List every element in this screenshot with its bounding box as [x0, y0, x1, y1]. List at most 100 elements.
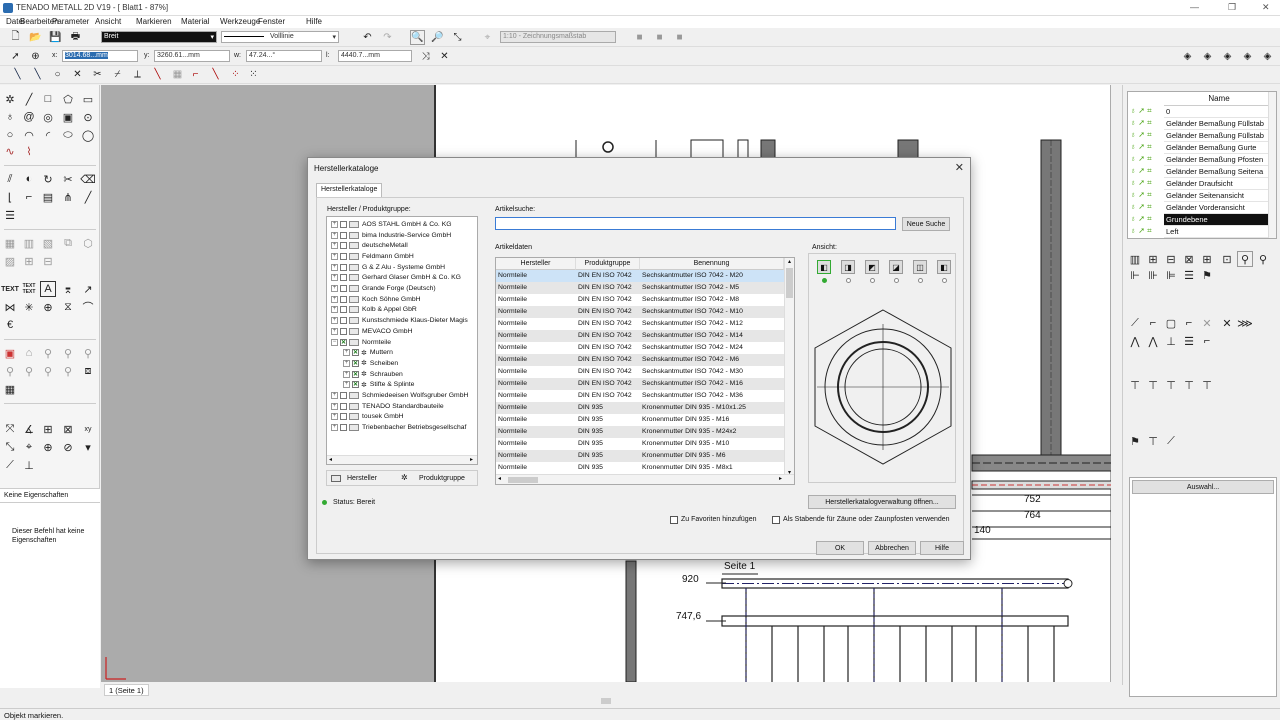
erase-tool-icon[interactable]: ⌫ — [80, 171, 96, 187]
paint-icon[interactable]: ⚑ — [1199, 267, 1215, 283]
cancel-cross-icon[interactable]: ✕ — [437, 49, 452, 64]
expand-icon[interactable]: + — [331, 252, 338, 260]
view-radio-4[interactable] — [894, 278, 899, 283]
column-header-name[interactable]: Benennung — [640, 258, 784, 270]
tree-checkbox[interactable]: ✕ — [340, 338, 347, 346]
tree-checkbox[interactable]: ✕ — [352, 370, 359, 378]
measure-dist-icon[interactable]: ⤧ — [2, 421, 18, 437]
table-row[interactable]: Normteile DIN EN ISO 7042 Sechskantmutter … — [496, 366, 784, 378]
tree-item[interactable]: + Feldmann GmbH — [331, 251, 414, 262]
layer-row[interactable]: Geländer Bemaßung Seitena — [1164, 166, 1274, 178]
layer-group-icon-2[interactable]: ■ — [652, 30, 667, 45]
array-tool-icon[interactable]: ⬡ — [80, 235, 96, 251]
insert-part-icon[interactable]: ▣ — [2, 345, 18, 361]
rectangle-tool-icon[interactable]: □ — [40, 91, 56, 107]
open-file-icon[interactable]: 📂 — [28, 30, 43, 45]
expand-icon[interactable]: + — [331, 402, 338, 410]
expand-icon[interactable]: + — [343, 349, 350, 357]
grid-icon[interactable]: ⁙ — [246, 67, 261, 82]
layer-row[interactable]: Geländer Bemaßung Gurte — [1164, 142, 1274, 154]
text-tool-icon[interactable]: TEXT — [1, 281, 19, 297]
weld-icon-3[interactable]: ⟋ — [1163, 433, 1179, 449]
table-row[interactable]: Normteile DIN EN ISO 7042 Sechskantmutter … — [496, 390, 784, 402]
ellipse-tool-icon[interactable]: ⬭ — [60, 127, 76, 143]
cut-tool-icon[interactable]: ✂ — [60, 171, 76, 187]
view-radio-6[interactable] — [942, 278, 947, 283]
snap-line-icon[interactable]: ╲ — [10, 67, 25, 82]
snap-nearest-icon[interactable]: ▦ — [170, 67, 185, 82]
snap-intersection-icon[interactable]: ✕ — [70, 67, 85, 82]
tree-item[interactable]: + Kolb & Appel GbR — [331, 305, 417, 316]
help-button[interactable]: Hilfe — [920, 541, 964, 555]
measure-line-icon[interactable]: ⤡ — [2, 439, 18, 455]
tree-item[interactable]: + ✕ ✲ Scheiben — [343, 358, 398, 369]
snap-endpoint-icon[interactable]: ╲ — [30, 67, 45, 82]
tree-item[interactable]: + MEVACO GmbH — [331, 326, 412, 337]
railing-tool-icon[interactable]: ⚲ — [60, 345, 76, 361]
expand-icon[interactable]: + — [331, 295, 338, 303]
layer-visibility-icons[interactable]: ♁ ➚ ⌗ — [1130, 166, 1164, 178]
snap-circle-icon[interactable]: ○ — [50, 67, 65, 82]
tree-item[interactable]: + deutscheMetall — [331, 240, 408, 251]
layer-visibility-icons[interactable]: ♁ ➚ ⌗ — [1130, 178, 1164, 190]
text-frame-tool-icon[interactable]: A — [40, 281, 56, 297]
profile-icon-3[interactable]: ⊥ — [1163, 333, 1179, 349]
line-type-select[interactable]: Volllinie ▾ — [221, 31, 339, 43]
table-row[interactable]: Normteile DIN EN ISO 7042 Sechskantmutter … — [496, 270, 784, 282]
expand-icon[interactable]: + — [331, 274, 338, 282]
dialog-close-icon[interactable]: ✕ — [955, 161, 964, 174]
layer-row[interactable]: Geländer Bemaßung Füllstab — [1164, 130, 1274, 142]
view-icon-2[interactable]: ◈ — [1200, 49, 1215, 64]
tree-item[interactable]: + G & Z Alu - Systeme GmbH — [331, 262, 445, 273]
tree-item[interactable]: + Kunstschmiede Klaus-Dieter Magis — [331, 315, 468, 326]
railing-view-icon[interactable]: ⊞ — [1145, 251, 1161, 267]
layer-row[interactable]: Left — [1164, 226, 1274, 238]
tree-item[interactable]: + Gerhard Glaser GmbH & Co. KG — [331, 273, 461, 284]
text-block-tool-icon[interactable]: TEXT TEXT — [21, 281, 37, 297]
table-row[interactable]: Normteile DIN EN ISO 7042 Sechskantmutter … — [496, 318, 784, 330]
close-icon[interactable]: ✕ — [1262, 2, 1270, 13]
layer-visibility-icons[interactable]: ♁ ➚ ⌗ — [1130, 118, 1164, 130]
new-file-icon[interactable]: 🗋 — [8, 30, 23, 45]
tree-item[interactable]: + ✕ ✲ Muttern — [343, 347, 393, 358]
layer-row[interactable]: Geländer Draufsicht — [1164, 178, 1274, 190]
bend-icon-3[interactable]: ▢ — [1163, 315, 1179, 331]
tree-checkbox[interactable] — [340, 306, 347, 314]
weld-tool-icon[interactable]: ⌒ — [80, 299, 96, 315]
tree-checkbox[interactable] — [340, 402, 347, 410]
snap-grid-icon[interactable]: ⁘ — [228, 67, 243, 82]
railing-section-icon[interactable]: ▥ — [1127, 251, 1143, 267]
expand-icon[interactable]: + — [331, 220, 338, 228]
fence-field-icon-4[interactable]: ⊤ — [1181, 377, 1197, 393]
table-row[interactable]: Normteile DIN 935 Kronenmutter DIN 935 - M… — [496, 414, 784, 426]
railing-pattern-icon[interactable]: ⊞ — [1199, 251, 1215, 267]
trim-tool-icon[interactable]: ╱ — [80, 189, 96, 205]
menu-item-3[interactable]: Ansicht — [95, 17, 121, 26]
expand-icon[interactable]: + — [331, 263, 338, 271]
tree-checkbox[interactable] — [340, 252, 347, 260]
layer-group-icon-1[interactable]: ■ — [632, 30, 647, 45]
layer-visibility-icons[interactable]: ♁ ➚ ⌗ — [1130, 202, 1164, 214]
circle-ring-tool-icon[interactable]: ◯ — [80, 127, 96, 143]
tree-item[interactable]: + Schmiedeeisen Wolfsgruber GmbH — [331, 390, 468, 401]
cancel-button[interactable]: Abbrechen — [868, 541, 916, 555]
layer-visibility-icons[interactable]: ♁ ➚ ⌗ — [1130, 142, 1164, 154]
line-tool-icon[interactable]: ╱ — [21, 91, 37, 107]
save-icon[interactable]: 💾 — [48, 30, 63, 45]
snap-perpendicular-icon[interactable]: ⟂ — [130, 67, 145, 82]
tree-checkbox[interactable] — [340, 242, 347, 250]
measure-length-icon[interactable]: ⟋ — [2, 457, 18, 473]
stabende-checkbox[interactable] — [772, 516, 780, 524]
tree-item[interactable]: + ✕ ✲ Schrauben — [343, 369, 403, 380]
layer-row[interactable]: Geländer Vorderansicht — [1164, 202, 1274, 214]
bulb-tool-icon[interactable]: ♁ — [2, 109, 18, 125]
copy-tool-icon[interactable]: ▧ — [40, 235, 56, 251]
view-3d-icon[interactable]: ◧ — [817, 260, 831, 274]
page-tab[interactable]: 1 (Seite 1) — [104, 684, 149, 696]
parallel-tool-icon[interactable]: ⫽ — [2, 171, 18, 187]
tree-checkbox[interactable] — [340, 274, 347, 282]
table-row[interactable]: Normteile DIN 935 Kronenmutter DIN 935 - M… — [496, 438, 784, 450]
print-icon[interactable]: 🖶 — [68, 30, 83, 45]
profile-icon-5[interactable]: ⌐ — [1199, 333, 1215, 349]
rotate-tool-icon[interactable]: ↻ — [40, 171, 56, 187]
